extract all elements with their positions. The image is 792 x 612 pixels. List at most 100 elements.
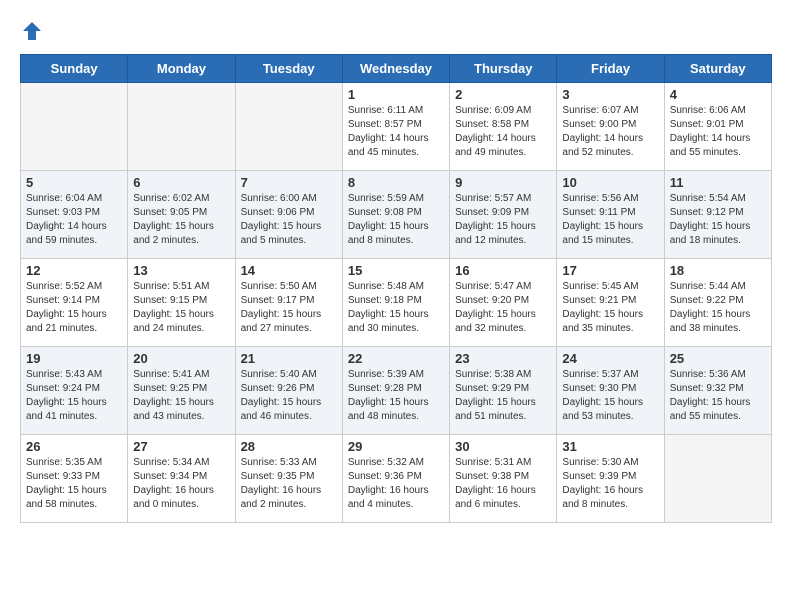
calendar-cell: 19 Sunrise: 5:43 AMSunset: 9:24 PMDayligh… [21,347,128,435]
calendar-week-row: 12 Sunrise: 5:52 AMSunset: 9:14 PMDayligh… [21,259,772,347]
calendar-cell: 13 Sunrise: 5:51 AMSunset: 9:15 PMDayligh… [128,259,235,347]
calendar-cell: 27 Sunrise: 5:34 AMSunset: 9:34 PMDayligh… [128,435,235,523]
day-number: 27 [133,439,229,454]
day-info: Sunrise: 5:41 AMSunset: 9:25 PMDaylight:… [133,368,229,424]
calendar-cell [21,83,128,171]
calendar-cell: 26Sunrise: 5:35 AMSunset: 9:33 PMDayligh… [21,435,128,523]
calendar-cell: 24 Sunrise: 5:37 AMSunset: 9:30 PMDayligh… [557,347,664,435]
calendar-cell: 4 Sunrise: 6:06 AMSunset: 9:01 PMDaylight… [664,83,771,171]
day-info: Sunrise: 5:45 AMSunset: 9:21 PMDaylight:… [562,280,658,336]
calendar-week-row: 19 Sunrise: 5:43 AMSunset: 9:24 PMDayligh… [21,347,772,435]
day-info: Sunrise: 5:44 AMSunset: 9:22 PMDaylight:… [670,280,766,336]
day-number: 12 [26,263,122,278]
day-number: 16 [455,263,551,278]
calendar-cell: 28 Sunrise: 5:33 AMSunset: 9:35 PMDayligh… [235,435,342,523]
day-number: 29 [348,439,444,454]
day-info: Sunrise: 6:11 AMSunset: 8:57 PMDaylight:… [348,104,444,160]
day-info: Sunrise: 5:37 AMSunset: 9:30 PMDaylight:… [562,368,658,424]
day-number: 2 [455,87,551,102]
day-number: 4 [670,87,766,102]
day-info: Sunrise: 5:56 AMSunset: 9:11 PMDaylight:… [562,192,658,248]
day-number: 7 [241,175,337,190]
calendar-cell: 1 Sunrise: 6:11 AMSunset: 8:57 PMDaylight… [342,83,449,171]
calendar-cell [235,83,342,171]
day-info: Sunrise: 5:39 AMSunset: 9:28 PMDaylight:… [348,368,444,424]
day-number: 20 [133,351,229,366]
calendar-cell: 5Sunrise: 6:04 AMSunset: 9:03 PMDaylight… [21,171,128,259]
day-number: 21 [241,351,337,366]
day-number: 18 [670,263,766,278]
day-number: 22 [348,351,444,366]
day-info: Sunrise: 5:32 AMSunset: 9:36 PMDaylight:… [348,456,444,512]
day-info: Sunrise: 5:34 AMSunset: 9:34 PMDaylight:… [133,456,229,512]
calendar-cell: 15 Sunrise: 5:48 AMSunset: 9:18 PMDayligh… [342,259,449,347]
calendar-header-row: SundayMondayTuesdayWednesdayThursdayFrid… [21,55,772,83]
day-number: 3 [562,87,658,102]
day-info: Sunrise: 5:59 AMSunset: 9:08 PMDaylight:… [348,192,444,248]
day-number: 6 [133,175,229,190]
day-of-week-header: Friday [557,55,664,83]
day-info: Sunrise: 5:47 AMSunset: 9:20 PMDaylight:… [455,280,551,336]
day-number: 13 [133,263,229,278]
day-info: Sunrise: 6:09 AMSunset: 8:58 PMDaylight:… [455,104,551,160]
day-info: Sunrise: 5:54 AMSunset: 9:12 PMDaylight:… [670,192,766,248]
day-number: 24 [562,351,658,366]
day-of-week-header: Thursday [450,55,557,83]
day-info: Sunrise: 5:52 AMSunset: 9:14 PMDaylight:… [26,280,122,336]
day-info: Sunrise: 6:06 AMSunset: 9:01 PMDaylight:… [670,104,766,160]
day-info: Sunrise: 5:38 AMSunset: 9:29 PMDaylight:… [455,368,551,424]
calendar-cell [128,83,235,171]
calendar-cell: 20 Sunrise: 5:41 AMSunset: 9:25 PMDayligh… [128,347,235,435]
day-number: 8 [348,175,444,190]
day-number: 19 [26,351,122,366]
day-info: Sunrise: 5:33 AMSunset: 9:35 PMDaylight:… [241,456,337,512]
day-info: Sunrise: 5:35 AMSunset: 9:33 PMDaylight:… [26,456,122,512]
day-number: 25 [670,351,766,366]
calendar-cell: 3Sunrise: 6:07 AMSunset: 9:00 PMDaylight… [557,83,664,171]
day-of-week-header: Sunday [21,55,128,83]
logo [20,20,44,38]
calendar-cell: 18 Sunrise: 5:44 AMSunset: 9:22 PMDayligh… [664,259,771,347]
calendar-cell: 31Sunrise: 5:30 AMSunset: 9:39 PMDayligh… [557,435,664,523]
day-number: 15 [348,263,444,278]
calendar-cell: 25 Sunrise: 5:36 AMSunset: 9:32 PMDayligh… [664,347,771,435]
day-info: Sunrise: 5:30 AMSunset: 9:39 PMDaylight:… [562,456,658,512]
calendar-week-row: 1 Sunrise: 6:11 AMSunset: 8:57 PMDaylight… [21,83,772,171]
calendar-cell: 8 Sunrise: 5:59 AMSunset: 9:08 PMDaylight… [342,171,449,259]
day-number: 14 [241,263,337,278]
day-number: 28 [241,439,337,454]
logo-icon [21,20,43,42]
calendar-cell: 22 Sunrise: 5:39 AMSunset: 9:28 PMDayligh… [342,347,449,435]
calendar-cell: 17 Sunrise: 5:45 AMSunset: 9:21 PMDayligh… [557,259,664,347]
calendar-cell: 23 Sunrise: 5:38 AMSunset: 9:29 PMDayligh… [450,347,557,435]
page-header [20,20,772,38]
day-info: Sunrise: 5:51 AMSunset: 9:15 PMDaylight:… [133,280,229,336]
day-number: 17 [562,263,658,278]
calendar-cell: 2 Sunrise: 6:09 AMSunset: 8:58 PMDaylight… [450,83,557,171]
calendar-cell: 12 Sunrise: 5:52 AMSunset: 9:14 PMDayligh… [21,259,128,347]
day-of-week-header: Monday [128,55,235,83]
day-number: 23 [455,351,551,366]
day-info: Sunrise: 5:57 AMSunset: 9:09 PMDaylight:… [455,192,551,248]
day-info: Sunrise: 5:43 AMSunset: 9:24 PMDaylight:… [26,368,122,424]
calendar-cell: 7 Sunrise: 6:00 AMSunset: 9:06 PMDaylight… [235,171,342,259]
calendar-cell: 30Sunrise: 5:31 AMSunset: 9:38 PMDayligh… [450,435,557,523]
calendar-cell [664,435,771,523]
day-of-week-header: Saturday [664,55,771,83]
calendar-week-row: 26Sunrise: 5:35 AMSunset: 9:33 PMDayligh… [21,435,772,523]
day-of-week-header: Wednesday [342,55,449,83]
day-info: Sunrise: 6:00 AMSunset: 9:06 PMDaylight:… [241,192,337,248]
day-number: 1 [348,87,444,102]
day-info: Sunrise: 6:04 AMSunset: 9:03 PMDaylight:… [26,192,122,248]
calendar-cell: 21Sunrise: 5:40 AMSunset: 9:26 PMDayligh… [235,347,342,435]
day-info: Sunrise: 5:36 AMSunset: 9:32 PMDaylight:… [670,368,766,424]
day-info: Sunrise: 5:48 AMSunset: 9:18 PMDaylight:… [348,280,444,336]
calendar-cell: 11 Sunrise: 5:54 AMSunset: 9:12 PMDayligh… [664,171,771,259]
calendar-cell: 16 Sunrise: 5:47 AMSunset: 9:20 PMDayligh… [450,259,557,347]
calendar-cell: 14Sunrise: 5:50 AMSunset: 9:17 PMDayligh… [235,259,342,347]
calendar-table: SundayMondayTuesdayWednesdayThursdayFrid… [20,54,772,523]
calendar-cell: 9Sunrise: 5:57 AMSunset: 9:09 PMDaylight… [450,171,557,259]
day-number: 11 [670,175,766,190]
calendar-cell: 29 Sunrise: 5:32 AMSunset: 9:36 PMDayligh… [342,435,449,523]
day-number: 10 [562,175,658,190]
